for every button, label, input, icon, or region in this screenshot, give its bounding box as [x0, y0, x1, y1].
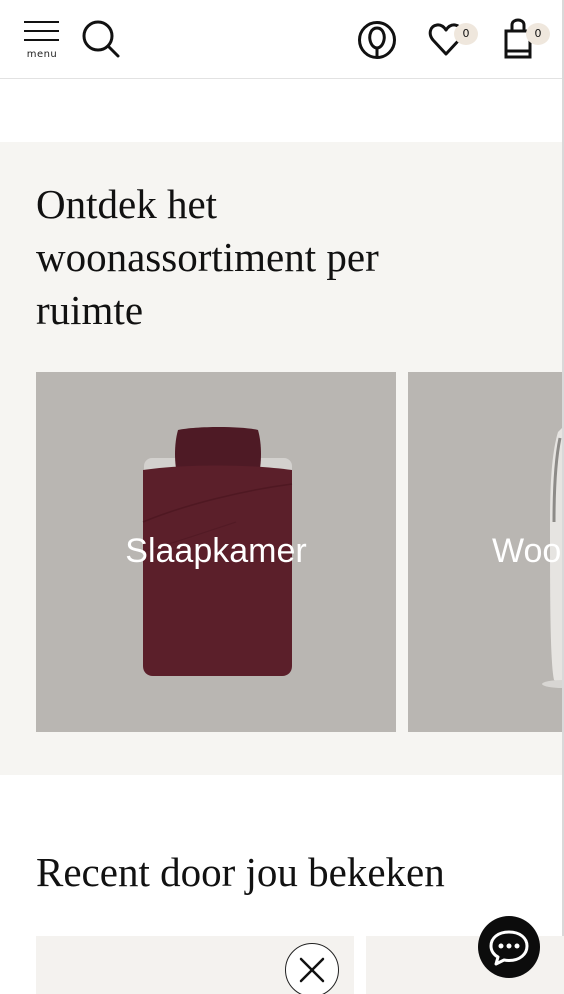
wishlist-count-badge: 0	[454, 23, 478, 45]
shopping-bag-button[interactable]: 0	[502, 18, 554, 62]
menu-icon-bar	[24, 39, 59, 41]
room-card-slaapkamer[interactable]: Slaapkamer	[36, 372, 396, 732]
search-icon	[82, 20, 120, 58]
bag-count-badge: 0	[526, 23, 550, 45]
menu-icon	[24, 21, 59, 23]
room-card-label: Woonkamer	[492, 532, 562, 570]
rooms-section: Ontdek het woonassortiment per ruimte Sl…	[0, 142, 562, 775]
wishlist-button[interactable]: 0	[428, 20, 480, 62]
room-card-woonkamer[interactable]: Woonkamer	[408, 372, 562, 732]
room-card-label: Slaapkamer	[125, 532, 307, 570]
close-icon	[299, 957, 325, 983]
account-button[interactable]	[356, 19, 398, 61]
close-button[interactable]	[285, 943, 339, 994]
account-icon	[358, 21, 396, 59]
search-button[interactable]	[80, 18, 122, 60]
rooms-title: Ontdek het woonassortiment per ruimte	[36, 181, 379, 333]
recently-viewed-title: Recent door jou bekeken	[36, 849, 445, 895]
site-header: menu 0 0	[0, 0, 564, 79]
menu-label: menu	[26, 49, 58, 60]
chat-button[interactable]	[478, 916, 540, 978]
chat-bubble-icon	[489, 930, 529, 966]
menu-button[interactable]: menu	[22, 20, 62, 62]
menu-icon-bar	[24, 30, 59, 32]
